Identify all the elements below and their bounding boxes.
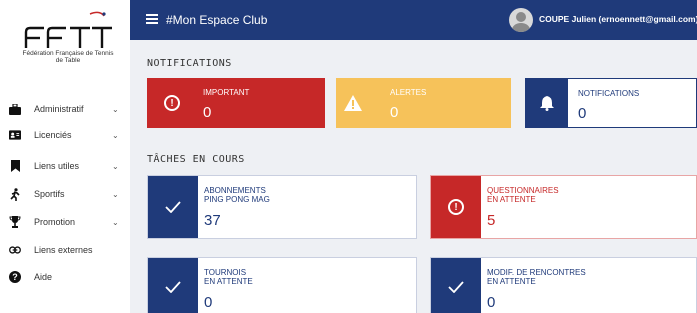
task-label-line1: MODIF. DE RENCONTRES xyxy=(487,268,586,277)
link-icon xyxy=(9,244,21,256)
chevron-down-icon: ⌄ xyxy=(112,130,119,140)
task-label-line1: QUESTIONNAIRES xyxy=(487,186,559,195)
notifications-card[interactable]: NOTIFICATIONS 0 xyxy=(525,78,697,128)
task-label: QUESTIONNAIRES EN ATTENTE xyxy=(487,186,559,204)
sidebar-item-liens-externes[interactable]: Liens externes xyxy=(0,237,130,263)
sidebar-item-licencies[interactable]: Licenciés ⌄ xyxy=(0,122,130,148)
fftt-logo[interactable]: Fédération Française de Tennis de Table xyxy=(20,8,116,68)
sidebar-item-administratif[interactable]: Administratif ⌄ xyxy=(0,96,130,122)
main-content: NOTIFICATIONS ! IMPORTANT 0 ALERTES 0 NO… xyxy=(130,40,697,313)
task-label-line2: EN ATTENTE xyxy=(204,277,253,286)
card-value: 0 xyxy=(390,104,399,121)
sidebar-item-label: Promotion xyxy=(34,217,76,227)
sidebar-item-aide[interactable]: ? Aide xyxy=(0,264,130,290)
chevron-down-icon: ⌄ xyxy=(112,104,119,114)
card-value: 0 xyxy=(203,104,212,121)
chevron-down-icon: ⌄ xyxy=(112,217,119,227)
fftt-logo-icon xyxy=(24,11,112,48)
task-value: 5 xyxy=(487,212,496,229)
help-icon: ? xyxy=(9,271,21,283)
sidebar-item-label: Liens externes xyxy=(34,245,93,255)
card-value: 0 xyxy=(578,105,587,122)
sidebar-item-label: Licenciés xyxy=(34,130,72,140)
sidebar-item-label: Administratif xyxy=(34,104,84,114)
sidebar-item-label: Liens utiles xyxy=(34,161,80,171)
task-label: TOURNOIS EN ATTENTE xyxy=(204,268,253,286)
notifications-section-title: NOTIFICATIONS xyxy=(147,58,232,69)
task-card-abonnements[interactable]: ABONNEMENTS PING PONG MAG 37 xyxy=(147,175,417,239)
task-label-line2: EN ATTENTE xyxy=(487,277,536,286)
task-label: MODIF. DE RENCONTRES EN ATTENTE xyxy=(487,268,586,286)
check-icon xyxy=(431,258,481,313)
sidebar-item-label: Sportifs xyxy=(34,189,65,199)
alert-circle-icon: ! xyxy=(431,176,481,238)
top-bar: #Mon Espace Club COUPE Julien (ernoennet… xyxy=(130,0,697,40)
task-value: 0 xyxy=(487,294,496,311)
warning-icon xyxy=(336,78,370,128)
user-account-label[interactable]: COUPE Julien (ernoennett@gmail.com) xyxy=(539,14,697,24)
card-label: NOTIFICATIONS xyxy=(578,89,640,98)
sidebar-item-label: Aide xyxy=(34,272,53,282)
task-value: 37 xyxy=(204,212,221,229)
task-card-tournois[interactable]: TOURNOIS EN ATTENTE 0 xyxy=(147,257,417,313)
card-label: ALERTES xyxy=(390,88,427,97)
check-icon xyxy=(148,176,198,238)
hamburger-menu-icon[interactable] xyxy=(146,14,158,24)
chevron-down-icon: ⌄ xyxy=(112,189,119,199)
trophy-icon xyxy=(9,216,21,228)
avatar[interactable] xyxy=(509,8,533,32)
alertes-card[interactable]: ALERTES 0 xyxy=(336,78,511,128)
tasks-section-title: TÂCHES EN COURS xyxy=(147,154,245,165)
task-card-questionnaires[interactable]: ! QUESTIONNAIRES EN ATTENTE 5 xyxy=(430,175,697,239)
task-label-line1: TOURNOIS xyxy=(204,268,247,277)
id-card-icon xyxy=(9,129,21,141)
alert-circle-icon: ! xyxy=(147,78,197,128)
task-label: ABONNEMENTS PING PONG MAG xyxy=(204,186,270,204)
card-label: IMPORTANT xyxy=(203,88,250,97)
chevron-down-icon: ⌄ xyxy=(112,161,119,171)
check-icon xyxy=(148,258,198,313)
page-title: #Mon Espace Club xyxy=(166,13,268,27)
important-card[interactable]: ! IMPORTANT 0 xyxy=(147,78,325,128)
task-label-line2: PING PONG MAG xyxy=(204,195,270,204)
svg-text:?: ? xyxy=(12,272,18,282)
bell-icon xyxy=(526,79,568,127)
sidebar-item-sportifs[interactable]: Sportifs ⌄ xyxy=(0,181,130,207)
bookmark-icon xyxy=(9,160,21,172)
sidebar: Fédération Française de Tennis de Table … xyxy=(0,0,130,313)
sidebar-item-promotion[interactable]: Promotion ⌄ xyxy=(0,209,130,235)
sidebar-item-liens-utiles[interactable]: Liens utiles ⌄ xyxy=(0,153,130,179)
briefcase-icon xyxy=(9,103,21,115)
task-card-modif-rencontres[interactable]: MODIF. DE RENCONTRES EN ATTENTE 0 xyxy=(430,257,697,313)
task-label-line1: ABONNEMENTS xyxy=(204,186,266,195)
federation-subtitle: Fédération Française de Tennis de Table xyxy=(22,50,114,64)
task-value: 0 xyxy=(204,294,213,311)
running-icon xyxy=(9,187,21,201)
task-label-line2: EN ATTENTE xyxy=(487,195,536,204)
